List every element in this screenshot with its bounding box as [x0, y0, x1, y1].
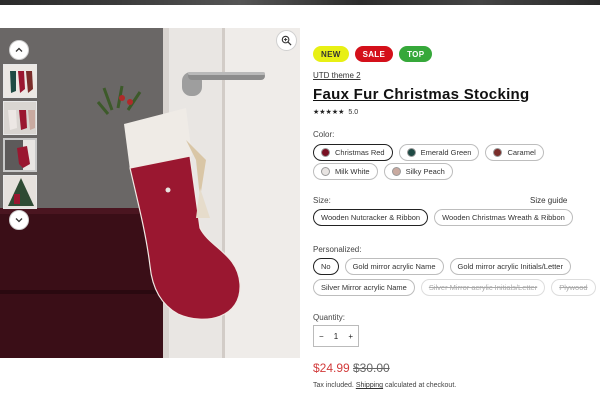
- color-option-label: Silky Peach: [405, 167, 445, 176]
- color-option-emerald-green[interactable]: Emerald Green: [398, 144, 480, 161]
- size-label: Size:: [313, 196, 331, 205]
- thumbnail-green-red[interactable]: [3, 64, 37, 98]
- sale-price: $24.99: [313, 361, 350, 375]
- color-option-label: Christmas Red: [335, 148, 385, 157]
- swatch-silky-peach: [391, 167, 401, 176]
- personalized-option-gold-initials[interactable]: Gold mirror acrylic Initials/Letter: [449, 258, 571, 275]
- thumbnail-list: [3, 64, 39, 212]
- personalized-option-silver-initials[interactable]: Silver Mirror acrylic Initials/Letter: [420, 279, 546, 296]
- thumbnail-tree[interactable]: [3, 175, 37, 209]
- size-option-wreath[interactable]: Wooden Christmas Wreath & Ribbon: [434, 209, 573, 226]
- gallery-prev-button[interactable]: [9, 40, 29, 60]
- color-option-silky-peach[interactable]: Silky Peach: [383, 163, 453, 180]
- personalized-option-no[interactable]: No: [313, 258, 339, 275]
- personalized-option-silver-name[interactable]: Silver Mirror acrylic Name: [313, 279, 415, 296]
- quantity-label: Quantity:: [313, 313, 346, 322]
- color-option-label: Caramel: [507, 148, 536, 157]
- gallery-next-button[interactable]: [9, 210, 29, 230]
- quantity-plus-button[interactable]: +: [348, 332, 353, 341]
- top-banner-strip: [0, 0, 600, 5]
- personalized-options-row-1: No Gold mirror acrylic Name Gold mirror …: [313, 258, 571, 275]
- color-option-caramel[interactable]: Caramel: [485, 144, 544, 161]
- badge-new: NEW: [313, 46, 349, 62]
- swatch-christmas-red: [321, 148, 330, 157]
- product-title: Faux Fur Christmas Stocking: [313, 86, 530, 103]
- color-option-label: Milk White: [335, 167, 370, 176]
- shipping-link[interactable]: Shipping: [356, 382, 383, 389]
- rating[interactable]: ★★★★★ 5.0: [313, 108, 359, 117]
- color-option-milk-white[interactable]: Milk White: [313, 163, 378, 180]
- personalized-option-plywood[interactable]: Plywood: [551, 279, 596, 296]
- badge-row: NEW SALE TOP: [313, 46, 433, 62]
- tax-note-prefix: Tax included.: [313, 382, 356, 389]
- size-guide-link[interactable]: Size guide: [530, 196, 567, 205]
- rating-value: 5.0: [348, 108, 359, 116]
- thumbnail-white-red[interactable]: [3, 101, 37, 135]
- product-gallery: [0, 28, 300, 358]
- tax-note-suffix: calculated at checkout.: [383, 382, 457, 389]
- badge-sale: SALE: [354, 46, 394, 62]
- main-product-image[interactable]: [0, 28, 300, 358]
- quantity-stepper: − 1 +: [313, 325, 359, 347]
- color-option-christmas-red[interactable]: Christmas Red: [313, 144, 393, 161]
- swatch-caramel: [493, 148, 503, 157]
- swatch-milk-white: [321, 167, 330, 176]
- size-option-nutcracker[interactable]: Wooden Nutcracker & Ribbon: [313, 209, 429, 226]
- thumbnail-red-door[interactable]: [3, 138, 37, 172]
- color-options-row-2: Milk White Silky Peach: [313, 163, 453, 180]
- personalized-options-row-2: Silver Mirror acrylic Name Silver Mirror…: [313, 279, 596, 296]
- original-price: $30.00: [353, 361, 390, 375]
- quantity-minus-button[interactable]: −: [319, 332, 324, 341]
- swatch-emerald-green: [406, 148, 416, 157]
- quantity-value[interactable]: 1: [334, 332, 338, 341]
- vendor-link[interactable]: UTD theme 2: [313, 71, 361, 80]
- color-label: Color:: [313, 130, 335, 139]
- star-rating-icon: ★★★★★: [313, 109, 345, 116]
- chevron-down-icon: [15, 218, 23, 223]
- personalized-option-gold-name[interactable]: Gold mirror acrylic Name: [344, 258, 444, 275]
- badge-top: TOP: [399, 46, 433, 62]
- zoom-button[interactable]: [276, 30, 297, 51]
- color-options-row-1: Christmas Red Emerald Green Caramel: [313, 144, 544, 161]
- personalized-label: Personalized:: [313, 245, 362, 254]
- tax-note: Tax included. Shipping calculated at che…: [313, 382, 456, 389]
- size-options: Wooden Nutcracker & Ribbon Wooden Christ…: [313, 209, 573, 226]
- color-option-label: Emerald Green: [420, 148, 472, 157]
- zoom-in-icon: [281, 35, 292, 46]
- chevron-up-icon: [15, 47, 23, 52]
